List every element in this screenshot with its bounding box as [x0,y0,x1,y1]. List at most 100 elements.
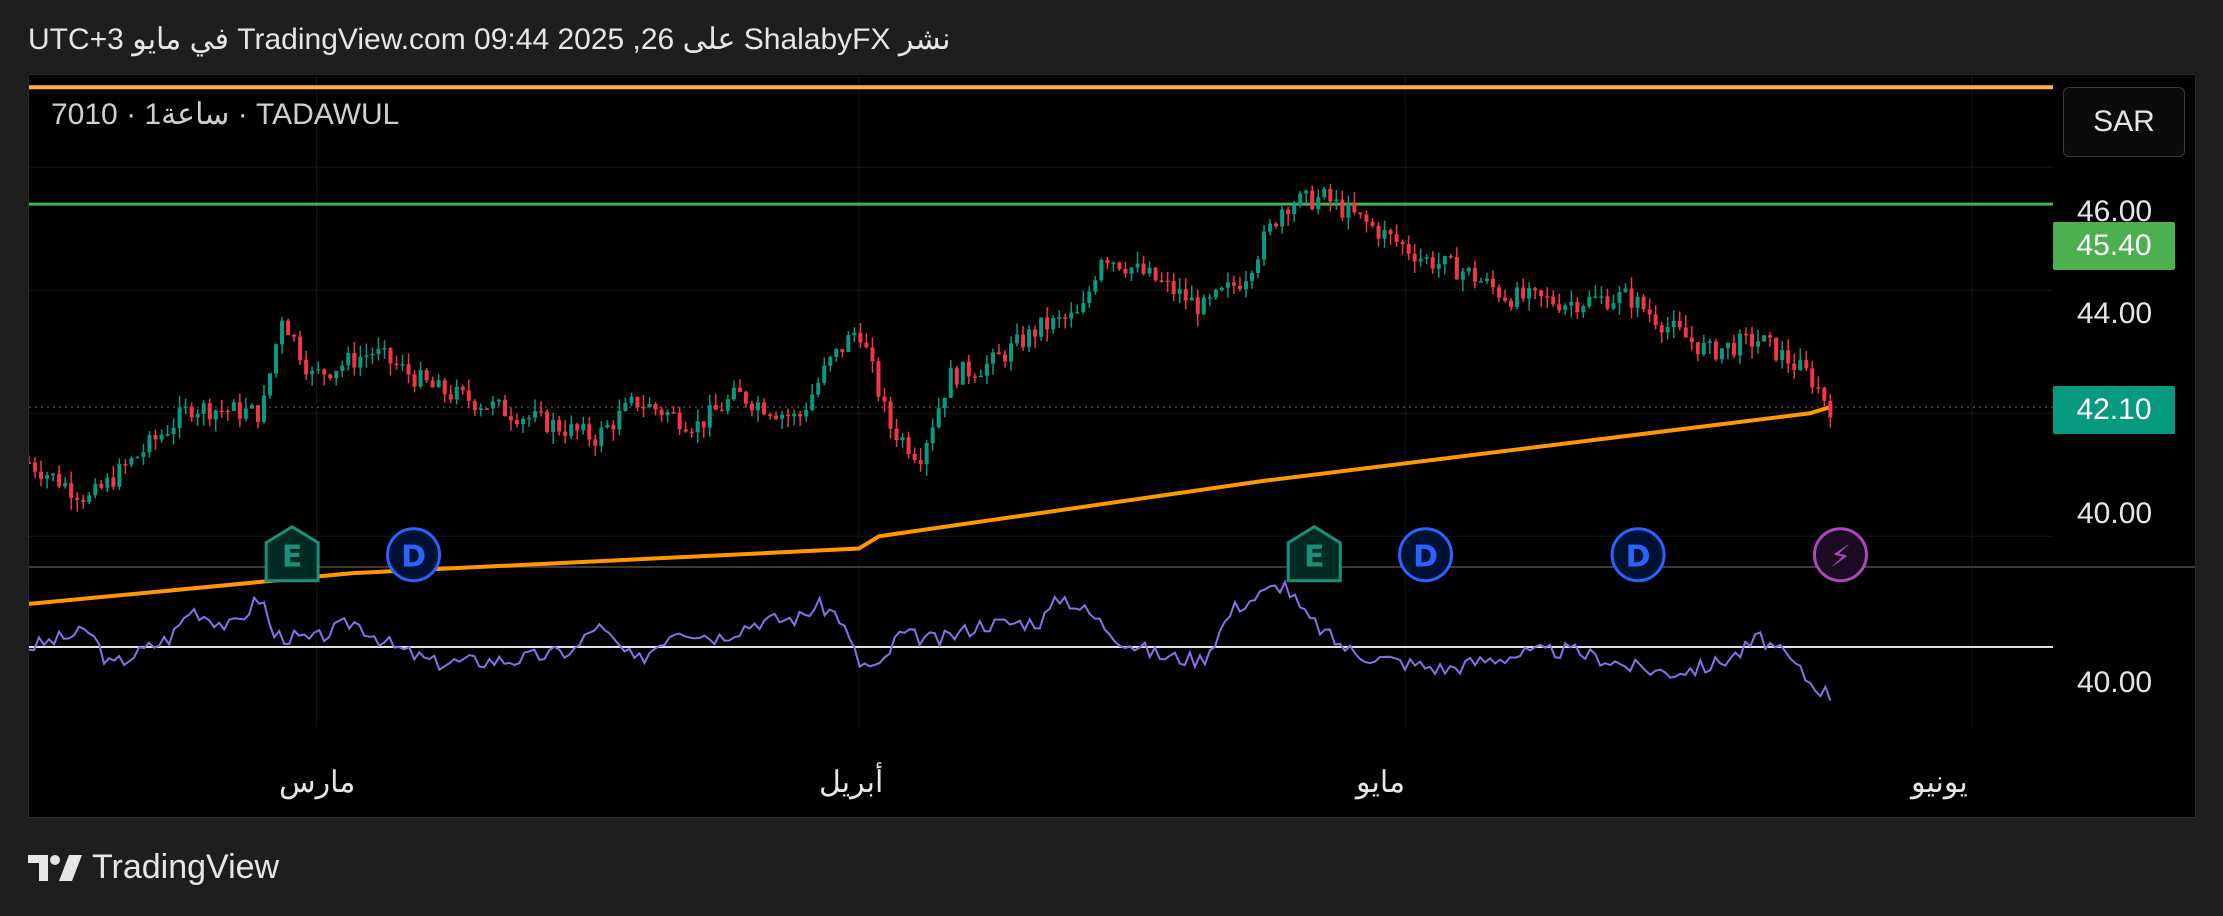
candle-body [1490,278,1495,288]
x-tick-april: أبريل [819,766,884,799]
candle-body [207,403,212,420]
candle-body [1328,188,1333,202]
candle-body [762,402,767,415]
candle-body [1063,317,1068,319]
candle-body [412,374,417,387]
candle-body [924,443,929,465]
candle-body [1599,296,1604,298]
candle-body [1002,354,1007,362]
candle-body [460,386,465,391]
candle-body [352,353,357,368]
chart-panel[interactable]: E D E D D ⚡ 7010 · 1ساعة · TADAWUL SAR 46.00 … [28,74,2196,818]
candle-body [611,424,616,430]
candle-body [1352,203,1357,213]
candle-body [1737,333,1742,356]
candle-body [1177,289,1182,295]
candle-body [358,356,363,368]
candle-body [69,483,74,498]
candle-body [1213,289,1218,298]
candle-body [1105,259,1110,264]
candle-body [786,414,791,417]
candle-body [1201,297,1206,315]
candle-body [683,429,688,432]
candle-body [1466,268,1471,272]
candle-body [1587,296,1592,307]
candle-body [1237,285,1242,290]
candle-body [834,349,839,357]
candle-body [394,363,399,366]
candle-body [99,483,104,488]
candle-body [972,376,977,378]
candle-body [261,395,266,422]
candle-body [581,424,586,431]
candle-body [1400,241,1405,245]
event-marker-label: ⚡ [1830,540,1851,575]
candle-body [888,401,893,429]
candle-body [484,408,489,410]
candle-body [984,363,989,376]
candle-body [1298,193,1303,206]
candle-body [1617,292,1622,304]
candle-body [1509,300,1514,308]
candle-body [213,410,218,420]
candle-body [496,399,501,402]
candle-body [39,471,44,479]
candle-body [1274,223,1279,227]
candle-body [1370,221,1375,226]
candle-body [822,365,827,383]
candle-body [1322,188,1327,198]
candle-body [1472,268,1477,282]
candle-body [454,386,459,400]
candle-body [322,369,327,375]
candle-body [514,420,519,425]
candle-body [936,408,941,428]
candle-body [1310,190,1315,210]
candle-body [1436,264,1441,269]
footer: TradingView [28,848,279,887]
candle-body [587,424,592,440]
candle-body [123,464,128,466]
candle-body [81,499,86,503]
chart-canvas[interactable]: E D E D D ⚡ [29,75,2195,817]
candle-body [882,396,887,402]
candle-body [1231,282,1236,286]
candle-body [93,483,98,496]
candle-body [1316,197,1321,210]
symbol-info[interactable]: 7010 · 1ساعة · TADAWUL [51,97,399,132]
candle-body [665,412,670,416]
candle-body [1497,287,1502,298]
candle-body [231,402,236,411]
candle-body [286,320,291,335]
event-marker-label: D [1413,540,1438,575]
candle-body [1629,288,1634,308]
candle-body [1701,342,1706,355]
candle-body [1725,342,1730,349]
candle-body [1533,288,1538,291]
candle-body [237,402,242,419]
candle-body [1569,301,1574,306]
candle-body [310,370,315,375]
candle-body [1262,231,1267,260]
candle-body [1117,262,1122,269]
currency-button[interactable]: SAR [2063,87,2185,157]
candle-body [966,361,971,377]
candle-body [153,435,158,440]
candle-body [1087,291,1092,304]
candle-body [1581,306,1586,313]
candle-body [255,405,260,422]
candle-body [659,409,664,416]
candle-body [1093,280,1098,292]
candle-body [1731,342,1736,356]
candle-body [1183,289,1188,301]
candle-body [912,453,917,461]
candle-body [828,356,833,366]
candle-body [689,431,694,434]
candle-body [1364,214,1369,222]
candle-body [87,495,92,503]
candle-body [557,420,562,432]
candle-body [1683,327,1688,338]
candle-body [737,387,742,392]
candle-body [1774,337,1779,361]
candle-body [996,352,1001,355]
candle-body [448,394,453,400]
